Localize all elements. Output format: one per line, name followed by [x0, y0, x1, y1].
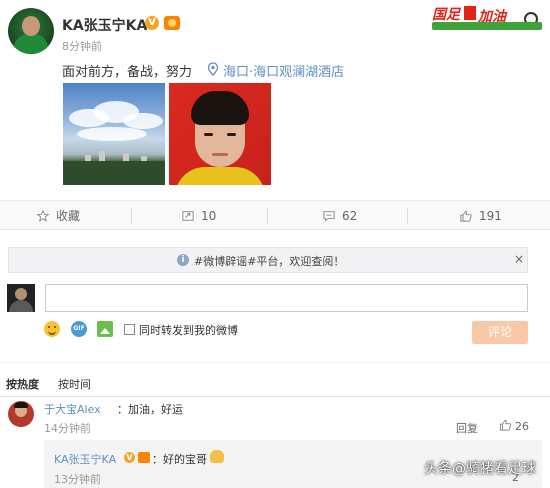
reply-time: 13分钟前 — [54, 473, 101, 486]
verified-badge-icon: V — [124, 452, 135, 463]
comment-count: 62 — [342, 209, 358, 223]
repost-checkbox[interactable] — [124, 324, 135, 335]
comment-input[interactable] — [45, 284, 528, 312]
vip-member-icon — [138, 452, 150, 463]
watermark: 头条@骑猪看足球 — [424, 461, 536, 477]
thumbs-up-icon[interactable] — [499, 419, 512, 431]
info-icon: i — [177, 254, 189, 266]
repost-button[interactable]: 10 — [181, 201, 216, 231]
sort-divider — [0, 396, 550, 397]
emoji-icon[interactable] — [44, 321, 60, 337]
thumbs-up-icon — [460, 210, 472, 222]
favorite-button[interactable]: 收藏 — [36, 201, 80, 231]
action-divider — [131, 208, 132, 224]
action-divider — [407, 208, 408, 224]
user-avatar[interactable] — [8, 8, 54, 54]
section-divider — [0, 362, 550, 363]
post-image-sky[interactable] — [63, 83, 165, 185]
action-divider — [267, 208, 268, 224]
notice-text[interactable]: #微博辟谣#平台，欢迎查阅！ — [194, 253, 344, 269]
national-team-logo: 国足 加油 — [432, 4, 542, 30]
star-icon — [36, 210, 50, 222]
location-link[interactable]: 海口·海口观澜湖酒店 — [223, 61, 344, 80]
vip-member-icon[interactable] — [164, 16, 180, 30]
bow-emoji-icon — [210, 450, 224, 463]
post-image-portrait[interactable] — [169, 83, 271, 185]
grass-strip — [432, 22, 542, 30]
flag-icon — [464, 6, 476, 20]
sort-by-time-tab[interactable]: 按时间 — [58, 376, 91, 392]
avatar-face — [22, 16, 40, 36]
repost-icon — [182, 211, 194, 221]
avatar-jersey — [14, 34, 48, 54]
comment-icon — [323, 211, 335, 222]
favorite-label: 收藏 — [56, 209, 81, 223]
post-action-bar: 收藏 10 62 191 — [0, 200, 550, 230]
reply-text: ：好的宝哥 — [152, 453, 207, 466]
submit-comment-button[interactable]: 评论 — [472, 321, 528, 344]
reply-button[interactable]: 回复 — [456, 420, 478, 436]
sort-by-hot-tab[interactable]: 按热度 — [6, 376, 39, 392]
post-user-name[interactable]: KA张玉宁KA — [62, 15, 147, 35]
gif-icon[interactable]: GIF — [71, 321, 87, 337]
like-count: 191 — [479, 209, 502, 223]
post-time[interactable]: 8分钟前 — [62, 38, 102, 54]
verified-badge-icon: V — [145, 16, 159, 30]
notice-banner: i #微博辟谣#平台，欢迎查阅！ × — [8, 247, 528, 273]
comment-user-name[interactable]: 于大宝Alex — [44, 401, 101, 417]
current-user-avatar — [7, 284, 35, 312]
logo-text-part1: 国足 — [432, 7, 460, 23]
comment-text: ：加油，好运 — [117, 403, 183, 416]
comment-time: 14分钟前 — [44, 422, 91, 435]
repost-checkbox-label: 同时转发到我的微博 — [139, 324, 238, 337]
reply-user-name[interactable]: KA张玉宁KA — [54, 451, 116, 467]
close-icon[interactable]: × — [514, 252, 524, 266]
comment-button[interactable]: 62 — [322, 201, 357, 231]
comment-avatar[interactable] — [8, 401, 34, 427]
post-text: 面对前方，备战，努力 — [62, 65, 193, 80]
location-pin-icon — [207, 62, 219, 76]
comment-like-count: 26 — [515, 420, 529, 433]
repost-count: 10 — [201, 209, 217, 223]
image-upload-icon[interactable] — [97, 321, 113, 337]
like-button[interactable]: 191 — [459, 201, 502, 231]
